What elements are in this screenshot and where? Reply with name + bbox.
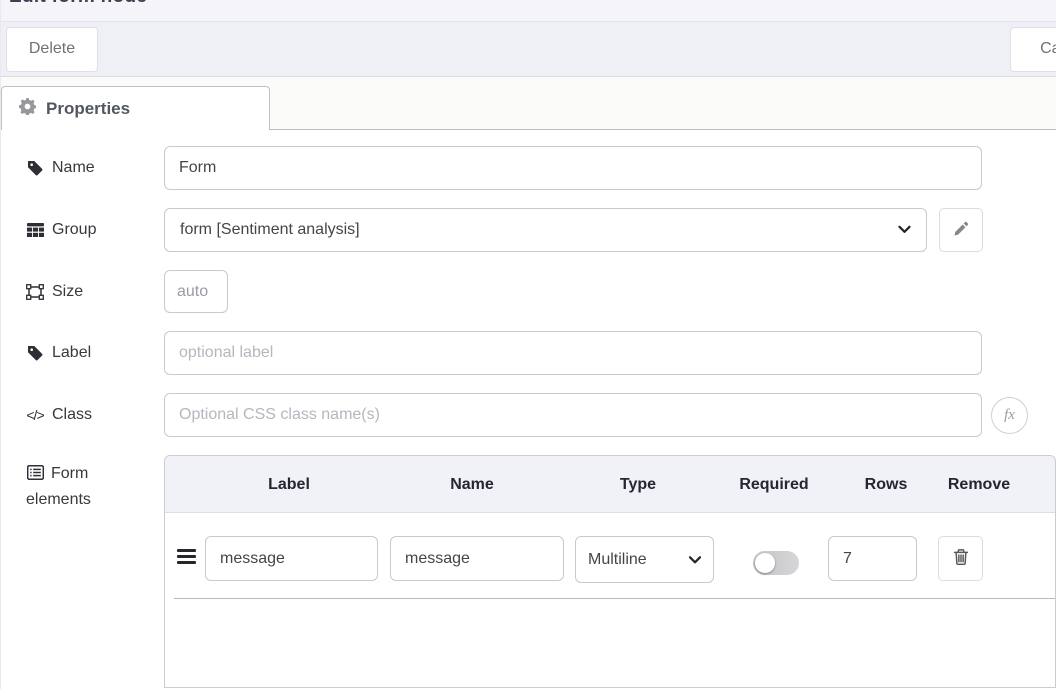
form-elements-table-header: Label Name Type Required Rows Remove [165,456,1055,513]
pencil-icon [953,221,969,240]
column-header-remove: Remove [948,456,1010,513]
size-label-text: Size [52,283,83,301]
size-input[interactable] [164,270,228,313]
group-select[interactable]: form [Sentiment analysis] [164,208,927,252]
group-select-value: form [Sentiment analysis] [180,221,360,239]
list-icon [26,465,44,480]
properties-panel: Name Group form [Sentiment analysis] [1,130,1056,688]
size-row: Size [26,270,1056,313]
cancel-button[interactable]: Cancel [1010,27,1056,72]
column-header-rows: Rows [865,456,908,513]
element-type-select[interactable]: Multiline [575,536,714,583]
class-label: </> Class [26,406,164,424]
label-row: Label [26,331,1056,375]
code-icon: </> [26,407,44,423]
dialog-title-strip: Edit form node [1,0,1056,21]
form-elements-table: Label Name Type Required Rows Remove Mul… [164,455,1056,688]
name-input[interactable] [164,146,982,190]
group-label-text: Group [52,221,96,239]
element-type-value: Multiline [588,551,647,569]
element-rows-input[interactable] [828,536,917,581]
tag-icon [26,345,44,361]
gear-icon [19,98,36,120]
label-label: Label [26,344,164,362]
table-row: Multiline [165,513,1055,599]
element-name-input[interactable] [390,536,564,581]
group-label: Group [26,221,164,239]
class-label-text: Class [52,406,92,424]
table-grid-icon [26,223,44,238]
column-header-type: Type [620,456,656,513]
required-toggle[interactable] [753,551,799,575]
expression-fx-button[interactable]: fx [991,397,1028,434]
class-input[interactable] [164,393,982,437]
column-header-required: Required [739,456,808,513]
column-header-name: Name [450,456,494,513]
size-handles-icon [26,284,44,300]
form-elements-row: Form elements Label Name Type Required R… [26,455,1056,688]
chevron-down-icon [898,221,911,239]
class-row: </> Class fx [26,393,1056,437]
edit-form-node-dialog: Edit form node Delete Cancel Properties … [0,0,1056,689]
remove-element-button[interactable] [938,536,983,581]
dialog-button-bar: Delete Cancel [1,21,1056,77]
trash-icon [952,548,970,569]
group-row: Group form [Sentiment analysis] [26,208,1056,252]
tab-properties-label: Properties [46,99,130,119]
name-label: Name [26,159,164,177]
tag-icon [26,160,44,176]
column-header-label: Label [268,456,310,513]
name-row: Name [26,146,1056,190]
delete-button[interactable]: Delete [6,27,98,72]
name-label-text: Name [52,159,95,177]
form-elements-label: Form elements [26,455,136,513]
tab-bar: Properties [1,77,1056,130]
label-input[interactable] [164,331,982,375]
dialog-title: Edit form node [9,0,147,8]
toggle-knob [755,553,775,573]
chevron-down-icon [689,551,701,569]
edit-group-button[interactable] [939,208,983,252]
element-label-input[interactable] [205,536,378,581]
tab-properties[interactable]: Properties [1,86,270,130]
label-label-text: Label [52,344,91,362]
drag-handle-icon[interactable] [177,549,196,567]
size-label: Size [26,283,164,301]
